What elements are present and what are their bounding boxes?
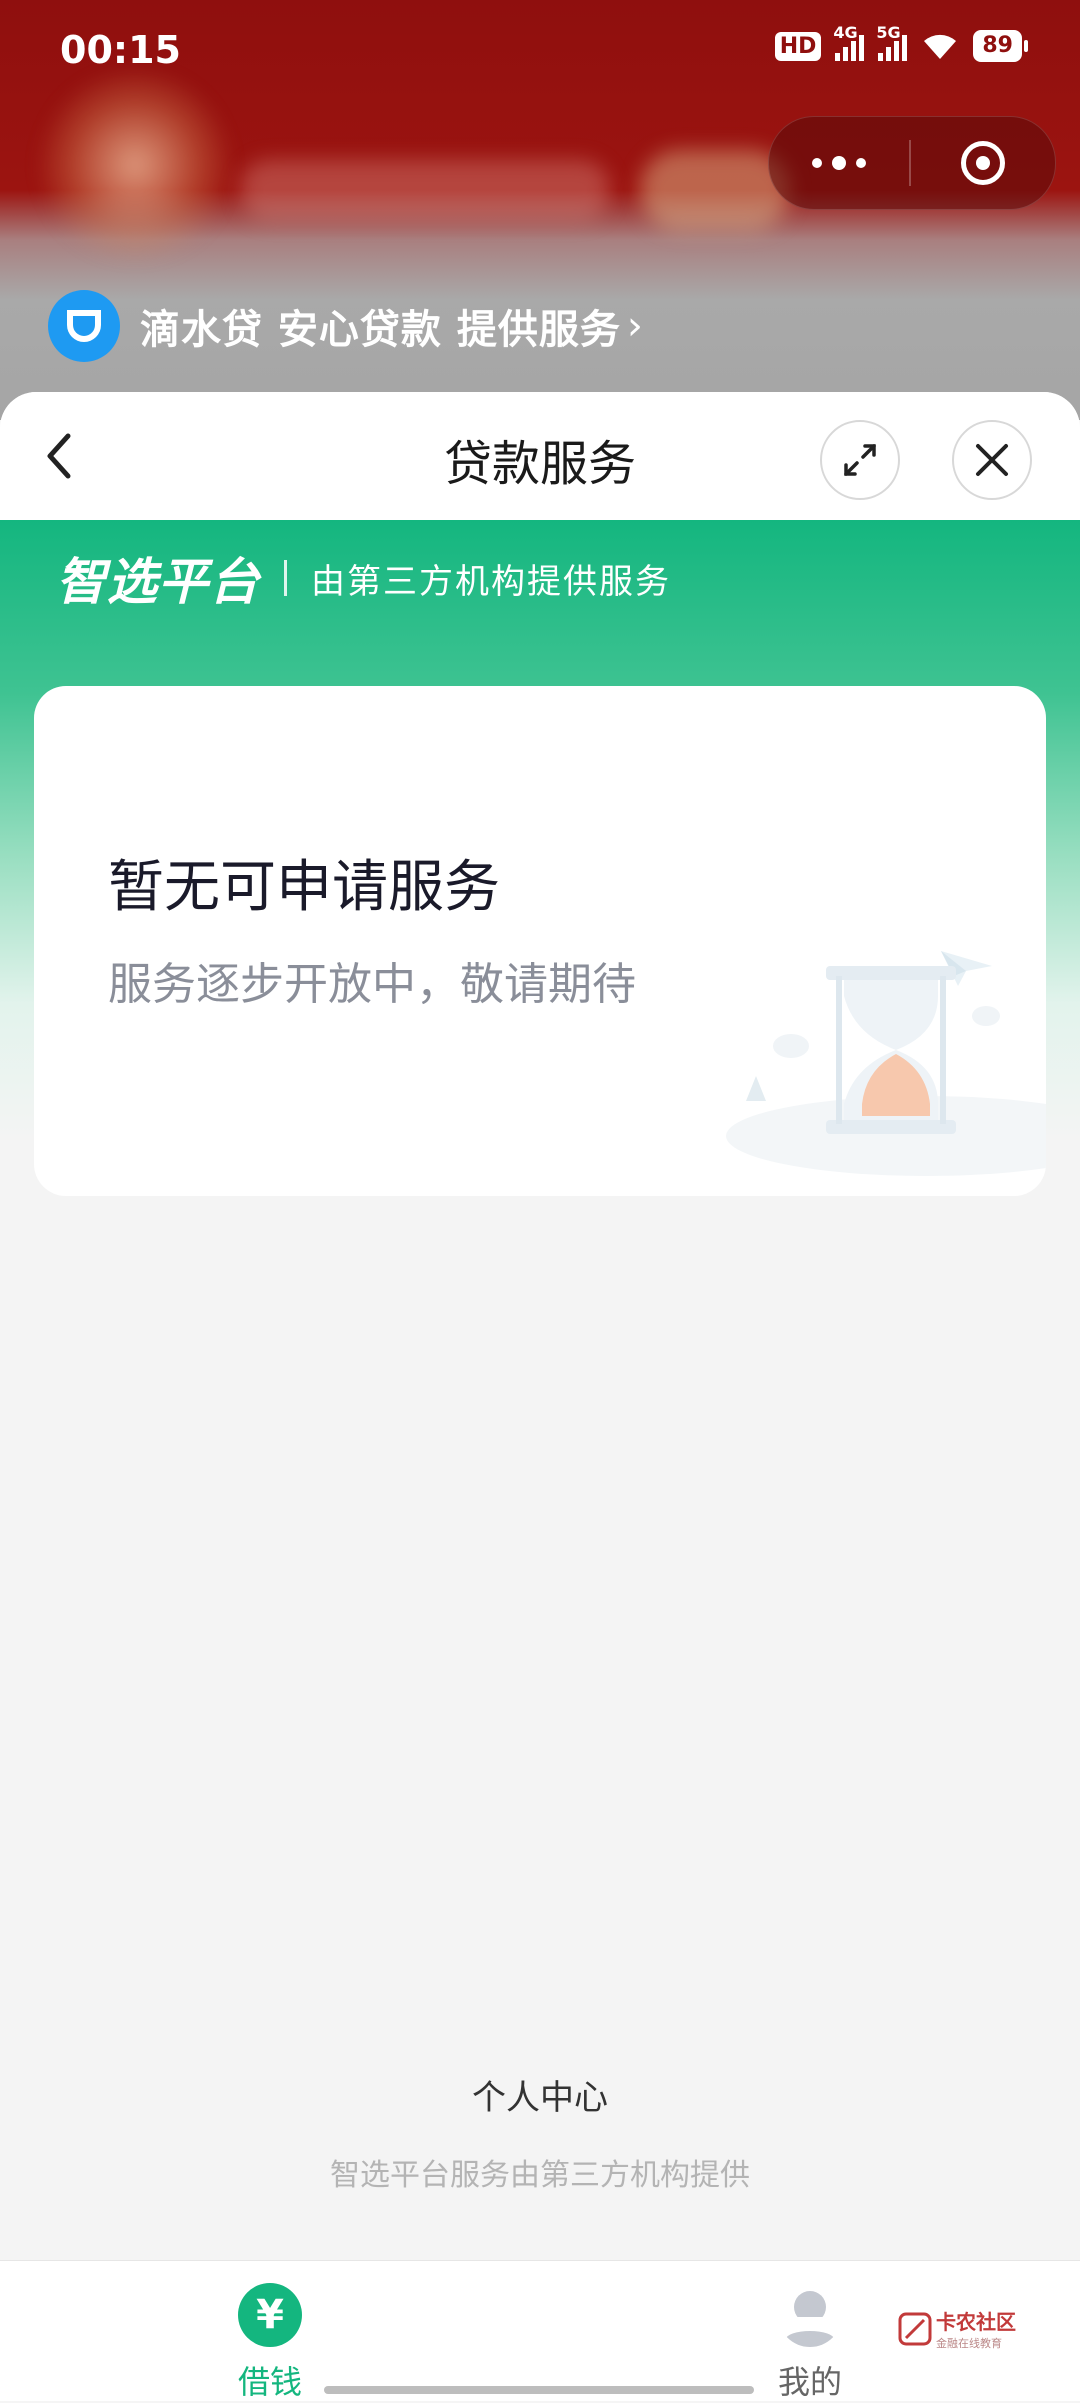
platform-header: 智选平台 由第三方机构提供服务 bbox=[56, 542, 671, 614]
empty-state-subtitle: 服务逐步开放中，敬请期待 bbox=[108, 959, 636, 1010]
personal-center-link[interactable]: 个人中心 bbox=[0, 2070, 1080, 2119]
sheet-title: 贷款服务 bbox=[443, 436, 636, 492]
more-dot-icon bbox=[856, 158, 866, 168]
close-button[interactable] bbox=[952, 420, 1032, 500]
tab-mine[interactable]: 我的 bbox=[730, 2283, 890, 2403]
target-circle-icon bbox=[961, 141, 1005, 185]
platform-subtitle: 由第三方机构提供服务 bbox=[311, 561, 671, 602]
signal-4g-icon: 4G bbox=[833, 23, 865, 61]
empty-state-card: 暂无可申请服务 服务逐步开放中，敬请期待 bbox=[34, 686, 1046, 1196]
provider-text: 滴水贷 安心贷款 提供服务 bbox=[140, 307, 621, 353]
status-bar: 00:15 HD 4G 5G 89 bbox=[0, 0, 1080, 100]
empty-state-title: 暂无可申请服务 bbox=[108, 855, 500, 920]
hd-voice-icon: HD bbox=[774, 31, 822, 61]
platform-divider bbox=[284, 560, 287, 596]
platform-logo: 智选平台 bbox=[56, 553, 260, 611]
didi-logo-icon bbox=[48, 290, 120, 362]
battery-icon: 89 bbox=[973, 30, 1028, 62]
status-icons: HD 4G 5G 89 bbox=[774, 23, 1028, 62]
tab-borrow[interactable]: ¥ 借钱 bbox=[190, 2283, 350, 2403]
watermark-title: 卡农社区 bbox=[936, 2310, 1016, 2334]
watermark-subtitle: 金融在线教育 bbox=[936, 2337, 1002, 2350]
wifi-icon bbox=[924, 34, 957, 59]
exit-mini-program-button[interactable] bbox=[911, 141, 1055, 185]
user-icon bbox=[786, 2291, 834, 2347]
hourglass-illustration bbox=[726, 951, 1046, 1176]
more-dot-icon bbox=[832, 156, 846, 170]
tab-mine-label: 我的 bbox=[777, 2363, 842, 2401]
sheet-header: 贷款服务 bbox=[0, 392, 1080, 520]
tab-borrow-label: 借钱 bbox=[237, 2363, 302, 2401]
more-dot-icon bbox=[812, 158, 822, 168]
yen-icon: ¥ bbox=[238, 2283, 302, 2347]
community-watermark: 卡农社区 金融在线教育 bbox=[898, 2306, 1016, 2351]
status-time: 00:15 bbox=[60, 28, 181, 72]
close-icon bbox=[976, 444, 1008, 476]
more-menu-button[interactable] bbox=[769, 117, 909, 209]
banner-blurred-text bbox=[240, 160, 610, 220]
platform-disclaimer: 智选平台服务由第三方机构提供 bbox=[330, 2158, 750, 2193]
mini-program-capsule bbox=[768, 116, 1056, 210]
expand-icon bbox=[844, 444, 876, 476]
service-provider-link[interactable]: 滴水贷 安心贷款 提供服务 › bbox=[48, 290, 643, 362]
chevron-right-icon: › bbox=[626, 303, 643, 349]
community-logo-icon bbox=[898, 2312, 932, 2345]
signal-5g-icon: 5G bbox=[876, 23, 908, 61]
expand-button[interactable] bbox=[820, 420, 900, 500]
home-indicator[interactable] bbox=[324, 2386, 754, 2394]
